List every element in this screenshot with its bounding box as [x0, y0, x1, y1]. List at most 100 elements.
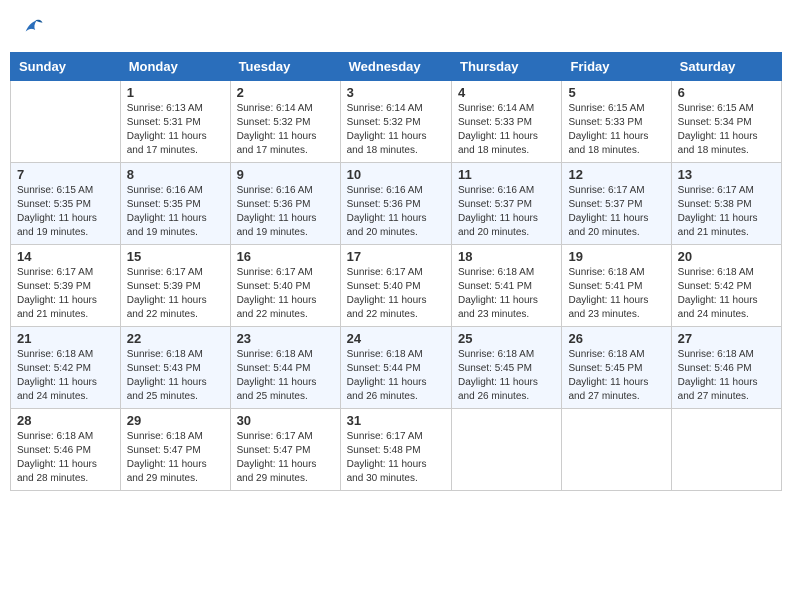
day-detail: Sunrise: 6:17 AMSunset: 5:38 PMDaylight:… [678, 184, 775, 240]
page-header [10, 10, 782, 42]
day-detail: Sunrise: 6:14 AMSunset: 5:32 PMDaylight:… [237, 102, 334, 158]
calendar-cell: 26 Sunrise: 6:18 AMSunset: 5:45 PMDayligh… [562, 327, 671, 409]
day-header-sunday: Sunday [11, 53, 121, 81]
day-detail: Sunrise: 6:18 AMSunset: 5:46 PMDaylight:… [678, 348, 775, 404]
calendar-cell: 1 Sunrise: 6:13 AMSunset: 5:31 PMDaylight… [120, 81, 230, 163]
day-number: 26 [568, 331, 664, 346]
calendar-week-row: 14 Sunrise: 6:17 AMSunset: 5:39 PMDayligh… [11, 245, 782, 327]
day-detail: Sunrise: 6:16 AMSunset: 5:36 PMDaylight:… [237, 184, 334, 240]
day-number: 13 [678, 167, 775, 182]
calendar-cell: 22 Sunrise: 6:18 AMSunset: 5:43 PMDayligh… [120, 327, 230, 409]
day-number: 2 [237, 85, 334, 100]
logo [20, 15, 44, 37]
calendar-cell: 12 Sunrise: 6:17 AMSunset: 5:37 PMDayligh… [562, 163, 671, 245]
day-detail: Sunrise: 6:18 AMSunset: 5:42 PMDaylight:… [17, 348, 114, 404]
calendar-cell [11, 81, 121, 163]
day-header-wednesday: Wednesday [340, 53, 451, 81]
day-detail: Sunrise: 6:13 AMSunset: 5:31 PMDaylight:… [127, 102, 224, 158]
day-number: 31 [347, 413, 445, 428]
day-number: 28 [17, 413, 114, 428]
calendar-cell: 8Sunrise: 6:16 AMSunset: 5:35 PMDaylight… [120, 163, 230, 245]
day-detail: Sunrise: 6:17 AMSunset: 5:39 PMDaylight:… [127, 266, 224, 322]
calendar-cell: 18 Sunrise: 6:18 AMSunset: 5:41 PMDayligh… [452, 245, 562, 327]
day-detail: Sunrise: 6:17 AMSunset: 5:48 PMDaylight:… [347, 430, 445, 486]
day-detail: Sunrise: 6:15 AMSunset: 5:33 PMDaylight:… [568, 102, 664, 158]
day-number: 6 [678, 85, 775, 100]
day-number: 30 [237, 413, 334, 428]
day-header-tuesday: Tuesday [230, 53, 340, 81]
calendar-cell: 29Sunrise: 6:18 AMSunset: 5:47 PMDayligh… [120, 409, 230, 491]
day-number: 25 [458, 331, 555, 346]
day-detail: Sunrise: 6:18 AMSunset: 5:41 PMDaylight:… [568, 266, 664, 322]
calendar-cell: 15Sunrise: 6:17 AMSunset: 5:39 PMDayligh… [120, 245, 230, 327]
day-number: 20 [678, 249, 775, 264]
day-number: 17 [347, 249, 445, 264]
calendar-cell: 9 Sunrise: 6:16 AMSunset: 5:36 PMDaylight… [230, 163, 340, 245]
calendar-cell: 10Sunrise: 6:16 AMSunset: 5:36 PMDayligh… [340, 163, 451, 245]
day-detail: Sunrise: 6:18 AMSunset: 5:43 PMDaylight:… [127, 348, 224, 404]
calendar-cell: 11 Sunrise: 6:16 AMSunset: 5:37 PMDayligh… [452, 163, 562, 245]
day-detail: Sunrise: 6:14 AMSunset: 5:33 PMDaylight:… [458, 102, 555, 158]
day-number: 9 [237, 167, 334, 182]
day-number: 18 [458, 249, 555, 264]
calendar-cell [452, 409, 562, 491]
calendar-cell: 7 Sunrise: 6:15 AMSunset: 5:35 PMDaylight… [11, 163, 121, 245]
calendar-week-row: 28Sunrise: 6:18 AMSunset: 5:46 PMDayligh… [11, 409, 782, 491]
calendar-header-row: SundayMondayTuesdayWednesdayThursdayFrid… [11, 53, 782, 81]
day-number: 29 [127, 413, 224, 428]
day-number: 24 [347, 331, 445, 346]
day-number: 11 [458, 167, 555, 182]
logo-bird-icon [22, 15, 44, 37]
day-detail: Sunrise: 6:16 AMSunset: 5:35 PMDaylight:… [127, 184, 224, 240]
day-number: 1 [127, 85, 224, 100]
day-detail: Sunrise: 6:15 AMSunset: 5:34 PMDaylight:… [678, 102, 775, 158]
calendar-cell: 31 Sunrise: 6:17 AMSunset: 5:48 PMDayligh… [340, 409, 451, 491]
day-header-thursday: Thursday [452, 53, 562, 81]
calendar-cell: 5 Sunrise: 6:15 AMSunset: 5:33 PMDaylight… [562, 81, 671, 163]
day-number: 5 [568, 85, 664, 100]
calendar-cell: 16Sunrise: 6:17 AMSunset: 5:40 PMDayligh… [230, 245, 340, 327]
day-detail: Sunrise: 6:16 AMSunset: 5:37 PMDaylight:… [458, 184, 555, 240]
day-detail: Sunrise: 6:17 AMSunset: 5:40 PMDaylight:… [237, 266, 334, 322]
day-number: 12 [568, 167, 664, 182]
calendar-table: SundayMondayTuesdayWednesdayThursdayFrid… [10, 52, 782, 491]
calendar-cell: 23 Sunrise: 6:18 AMSunset: 5:44 PMDayligh… [230, 327, 340, 409]
day-header-friday: Friday [562, 53, 671, 81]
calendar-cell: 30 Sunrise: 6:17 AMSunset: 5:47 PMDayligh… [230, 409, 340, 491]
calendar-week-row: 21 Sunrise: 6:18 AMSunset: 5:42 PMDayligh… [11, 327, 782, 409]
calendar-cell: 14 Sunrise: 6:17 AMSunset: 5:39 PMDayligh… [11, 245, 121, 327]
day-detail: Sunrise: 6:18 AMSunset: 5:42 PMDaylight:… [678, 266, 775, 322]
calendar-cell: 24 Sunrise: 6:18 AMSunset: 5:44 PMDayligh… [340, 327, 451, 409]
day-detail: Sunrise: 6:18 AMSunset: 5:45 PMDaylight:… [568, 348, 664, 404]
day-detail: Sunrise: 6:15 AMSunset: 5:35 PMDaylight:… [17, 184, 114, 240]
calendar-cell: 4 Sunrise: 6:14 AMSunset: 5:33 PMDaylight… [452, 81, 562, 163]
day-detail: Sunrise: 6:17 AMSunset: 5:37 PMDaylight:… [568, 184, 664, 240]
day-number: 23 [237, 331, 334, 346]
day-number: 21 [17, 331, 114, 346]
day-number: 22 [127, 331, 224, 346]
calendar-cell: 25 Sunrise: 6:18 AMSunset: 5:45 PMDayligh… [452, 327, 562, 409]
day-detail: Sunrise: 6:17 AMSunset: 5:40 PMDaylight:… [347, 266, 445, 322]
day-number: 19 [568, 249, 664, 264]
calendar-cell [562, 409, 671, 491]
day-number: 7 [17, 167, 114, 182]
day-number: 10 [347, 167, 445, 182]
day-detail: Sunrise: 6:18 AMSunset: 5:44 PMDaylight:… [237, 348, 334, 404]
calendar-cell: 19 Sunrise: 6:18 AMSunset: 5:41 PMDayligh… [562, 245, 671, 327]
day-detail: Sunrise: 6:18 AMSunset: 5:41 PMDaylight:… [458, 266, 555, 322]
calendar-week-row: 7 Sunrise: 6:15 AMSunset: 5:35 PMDaylight… [11, 163, 782, 245]
calendar-cell: 28Sunrise: 6:18 AMSunset: 5:46 PMDayligh… [11, 409, 121, 491]
day-header-monday: Monday [120, 53, 230, 81]
day-detail: Sunrise: 6:17 AMSunset: 5:47 PMDaylight:… [237, 430, 334, 486]
day-number: 14 [17, 249, 114, 264]
day-number: 4 [458, 85, 555, 100]
day-detail: Sunrise: 6:14 AMSunset: 5:32 PMDaylight:… [347, 102, 445, 158]
calendar-cell: 21 Sunrise: 6:18 AMSunset: 5:42 PMDayligh… [11, 327, 121, 409]
day-detail: Sunrise: 6:18 AMSunset: 5:45 PMDaylight:… [458, 348, 555, 404]
calendar-cell: 20 Sunrise: 6:18 AMSunset: 5:42 PMDayligh… [671, 245, 781, 327]
day-detail: Sunrise: 6:18 AMSunset: 5:44 PMDaylight:… [347, 348, 445, 404]
day-detail: Sunrise: 6:17 AMSunset: 5:39 PMDaylight:… [17, 266, 114, 322]
day-header-saturday: Saturday [671, 53, 781, 81]
calendar-cell: 6 Sunrise: 6:15 AMSunset: 5:34 PMDaylight… [671, 81, 781, 163]
calendar-cell: 3Sunrise: 6:14 AMSunset: 5:32 PMDaylight… [340, 81, 451, 163]
